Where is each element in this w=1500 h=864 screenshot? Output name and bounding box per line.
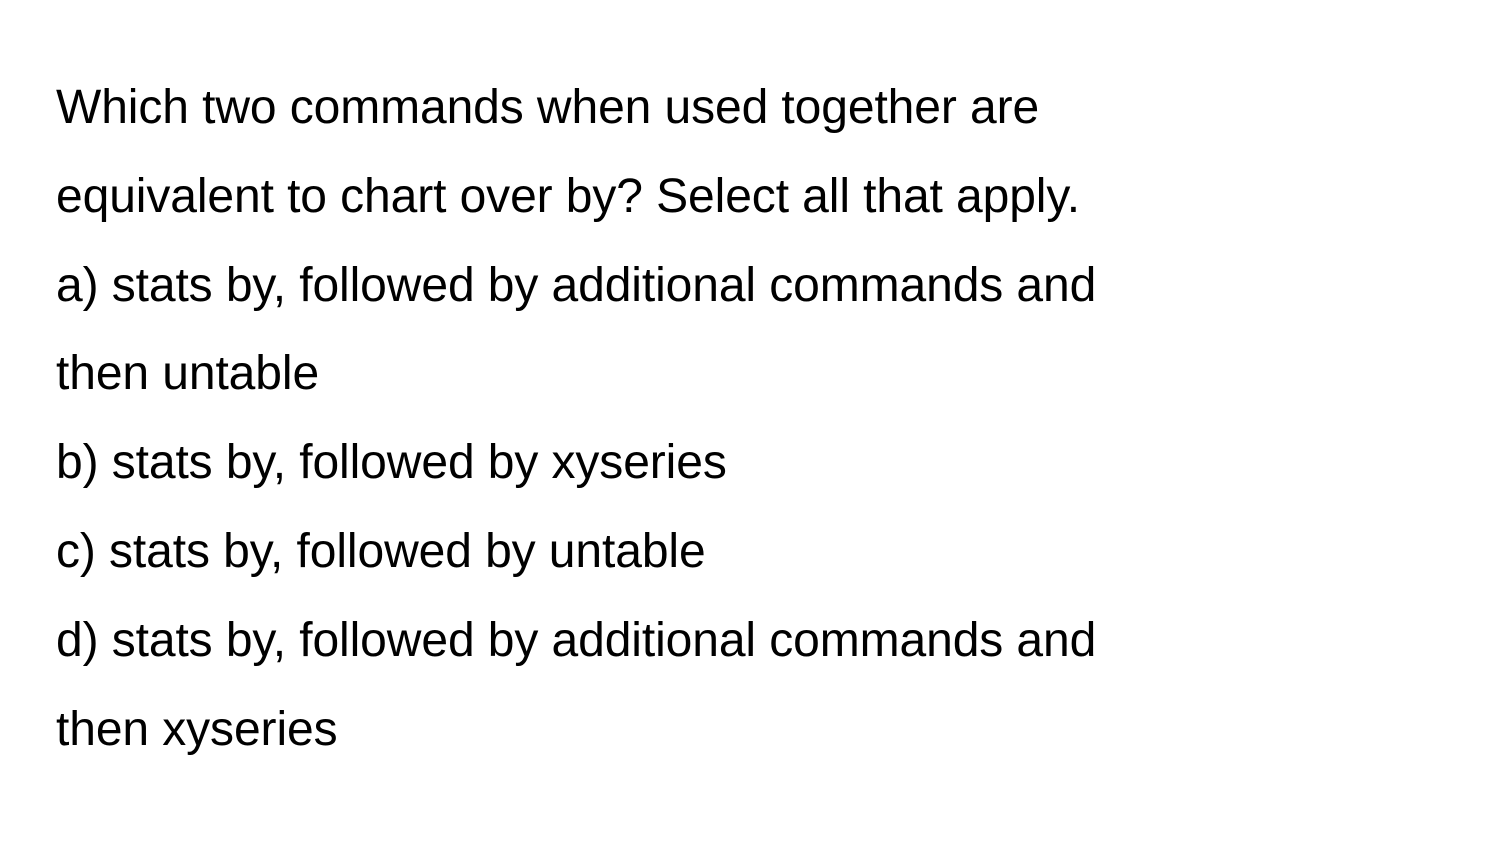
option-b: b) stats by, followed by xyseries xyxy=(56,419,1444,508)
question-block: Which two commands when used together ar… xyxy=(0,0,1500,774)
option-a-line1: a) stats by, followed by additional comm… xyxy=(56,242,1444,331)
option-d-line2: then xyseries xyxy=(56,686,1444,775)
question-text-line2: equivalent to chart over by? Select all … xyxy=(56,153,1444,242)
question-text-line1: Which two commands when used together ar… xyxy=(56,64,1444,153)
option-d-line1: d) stats by, followed by additional comm… xyxy=(56,597,1444,686)
option-a-line2: then untable xyxy=(56,330,1444,419)
option-c: c) stats by, followed by untable xyxy=(56,508,1444,597)
